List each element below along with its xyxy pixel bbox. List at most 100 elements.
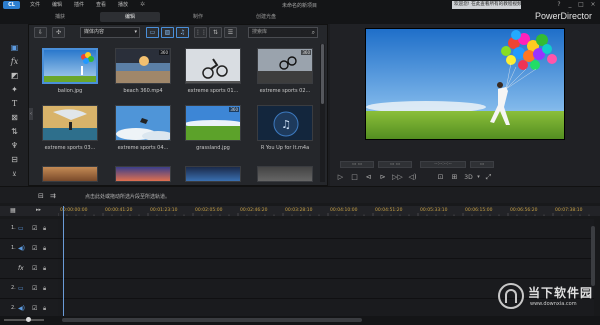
media-filter-select[interactable]: 媒体内容 ▾ (80, 27, 140, 38)
media-thumbnail[interactable] (115, 105, 171, 141)
timeline-vertical-scrollbar[interactable] (591, 226, 595, 286)
list-view-button[interactable]: ☰ (224, 27, 237, 38)
import-media-button[interactable]: ⇩ (34, 27, 47, 38)
3d-mode-toggle[interactable]: 3D (464, 173, 473, 182)
project-title: 未命名的新项目 (282, 2, 318, 9)
prev-frame-icon[interactable]: ⊲ (364, 173, 373, 182)
collapse-library-button[interactable]: ‹ (29, 108, 33, 120)
track-enable-checkbox[interactable]: ☑ (32, 245, 37, 253)
library-search-input[interactable]: 搜索库 ⌕ (248, 27, 318, 38)
menu-edit[interactable]: 编辑 (52, 2, 62, 9)
fast-forward-icon[interactable]: ▷▷ (392, 173, 403, 182)
media-thumbnail-partial[interactable] (257, 166, 313, 182)
track-lane[interactable] (58, 219, 594, 239)
mode-tab-create-disc[interactable]: 创建光盘 (236, 12, 296, 22)
mode-tab-capture[interactable]: 捕获 (30, 12, 90, 22)
preview-mode-clip-button[interactable]: ▭ ▭ (340, 161, 374, 168)
media-thumbnail[interactable]: 360 (185, 105, 241, 141)
media-thumbnail[interactable] (185, 48, 241, 84)
track-header[interactable]: 1. ◀) ☑ 🔒︎ (0, 239, 58, 259)
media-thumbnail-partial[interactable] (185, 166, 241, 182)
zoom-slider[interactable] (4, 319, 44, 321)
media-thumbnail[interactable]: 360 (115, 48, 171, 84)
track-lane[interactable] (58, 239, 594, 259)
fit-timeline-icon[interactable]: ▸▸ (36, 207, 41, 213)
undock-icon[interactable]: ⊞ (450, 173, 459, 182)
mode-tab-produce[interactable]: 制作 (168, 12, 228, 22)
media-thumbnail-partial[interactable] (42, 166, 98, 182)
filter-video-button[interactable]: ▭ (146, 27, 159, 38)
media-thumbnail-label: R You Up for It.m4a (260, 145, 310, 151)
media-thumbnail[interactable]: 360 (257, 48, 313, 84)
track-header[interactable]: 2. ▭ ☑ 🔒︎ (0, 279, 58, 299)
playhead[interactable] (63, 206, 64, 325)
help-button[interactable]: ? (555, 1, 563, 9)
lock-icon[interactable]: 🔒︎ (43, 245, 46, 253)
track-enable-checkbox[interactable]: ☑ (32, 225, 37, 233)
preview-mode-movie-button[interactable]: ▭ ▭ (378, 161, 412, 168)
menu-plugins[interactable]: 插件 (74, 2, 84, 9)
audio-mix-room-icon[interactable]: ⇅ (9, 127, 20, 137)
chevron-down-icon[interactable]: ▾ (474, 173, 483, 182)
welcome-notice[interactable]: 欢迎您! 在此查看所有的教程视频! (452, 1, 521, 9)
track-enable-checkbox[interactable]: ☑ (32, 305, 37, 313)
transition-room-icon[interactable]: ⊠ (9, 113, 20, 123)
filter-audio-button[interactable]: ♫ (176, 27, 189, 38)
timecode-display[interactable]: --:--:--:-- (420, 161, 466, 168)
pip-room-icon[interactable]: ◩ (9, 71, 20, 81)
filter-image-button[interactable]: ▨ (161, 27, 174, 38)
media-thumbnail[interactable] (42, 48, 98, 84)
fullscreen-icon[interactable]: ⤢ (484, 173, 493, 182)
menu-view[interactable]: 查看 (96, 2, 106, 9)
preview-extra-button[interactable]: ▭ (470, 161, 494, 168)
volume-icon[interactable]: ◁) (408, 173, 417, 182)
close-button[interactable]: × (589, 1, 597, 9)
stop-icon[interactable]: □ (350, 173, 359, 182)
track-number: 2. (11, 305, 16, 311)
track-enable-checkbox[interactable]: ☑ (32, 285, 37, 293)
track-manager-icon[interactable]: ▦ (10, 207, 16, 214)
media-room-icon[interactable]: ▣ (9, 43, 20, 53)
more-rooms-icon[interactable]: ⊻ (9, 170, 20, 180)
plugins-button[interactable]: ✣ (52, 27, 65, 38)
zoom-slider-knob[interactable] (26, 317, 31, 322)
minimize-button[interactable]: _ (566, 1, 574, 9)
track-number: 2. (11, 285, 16, 291)
lock-icon[interactable]: 🔒︎ (43, 265, 46, 273)
snapshot-icon[interactable]: ⊡ (436, 173, 445, 182)
track-enable-checkbox[interactable]: ☑ (32, 265, 37, 273)
voice-over-room-icon[interactable]: ♆ (9, 141, 20, 151)
lock-icon[interactable]: 🔒︎ (43, 285, 46, 293)
lock-icon[interactable]: 🔒︎ (43, 305, 46, 313)
title-room-icon[interactable]: T (9, 99, 20, 109)
media-thumbnail-partial[interactable] (115, 166, 171, 182)
particle-room-icon[interactable]: ✦ (9, 85, 20, 95)
lock-icon[interactable]: 🔒︎ (43, 225, 46, 233)
maximize-button[interactable]: □ (577, 1, 585, 9)
storyboard-view-icon[interactable]: ⊟ (38, 192, 44, 200)
track-lane[interactable] (58, 259, 594, 279)
search-icon: ⌕ (311, 29, 315, 36)
media-thumbnail[interactable] (42, 105, 98, 141)
timeline-view-icon[interactable]: ⇉ (50, 192, 56, 200)
library-scroll-thumb[interactable] (321, 44, 324, 104)
media-thumbnail[interactable]: ♫ (257, 105, 313, 141)
grid-view-button[interactable]: ⋮⋮ (194, 27, 207, 38)
mode-tab-edit[interactable]: 编辑 (100, 12, 160, 22)
chapter-room-icon[interactable]: ⊟ (9, 155, 20, 165)
track-header[interactable]: 1. ▭ ☑ 🔒︎ (0, 219, 58, 239)
media-thumbnail-label: extreme sports 04... (117, 145, 169, 151)
menu-file[interactable]: 文件 (30, 2, 40, 9)
watermark-logo-inner (505, 289, 517, 303)
play-icon[interactable]: ▷ (336, 173, 345, 182)
settings-icon[interactable]: ✲ (140, 1, 145, 8)
ruler-ticks (58, 213, 590, 216)
timeline-horizontal-scrollbar[interactable] (62, 318, 362, 322)
next-frame-icon[interactable]: ⊳ (378, 173, 387, 182)
brand-title: PowerDirector (535, 11, 593, 21)
sort-button[interactable]: ⇅ (209, 27, 222, 38)
fx-room-icon[interactable]: fx (9, 57, 20, 67)
track-header[interactable]: fx ☑ 🔒︎ (0, 259, 58, 279)
menu-playback[interactable]: 播放 (118, 2, 128, 9)
timeline-hint: 点击此处或拖动所选片段至所选轨道。 (85, 194, 171, 200)
